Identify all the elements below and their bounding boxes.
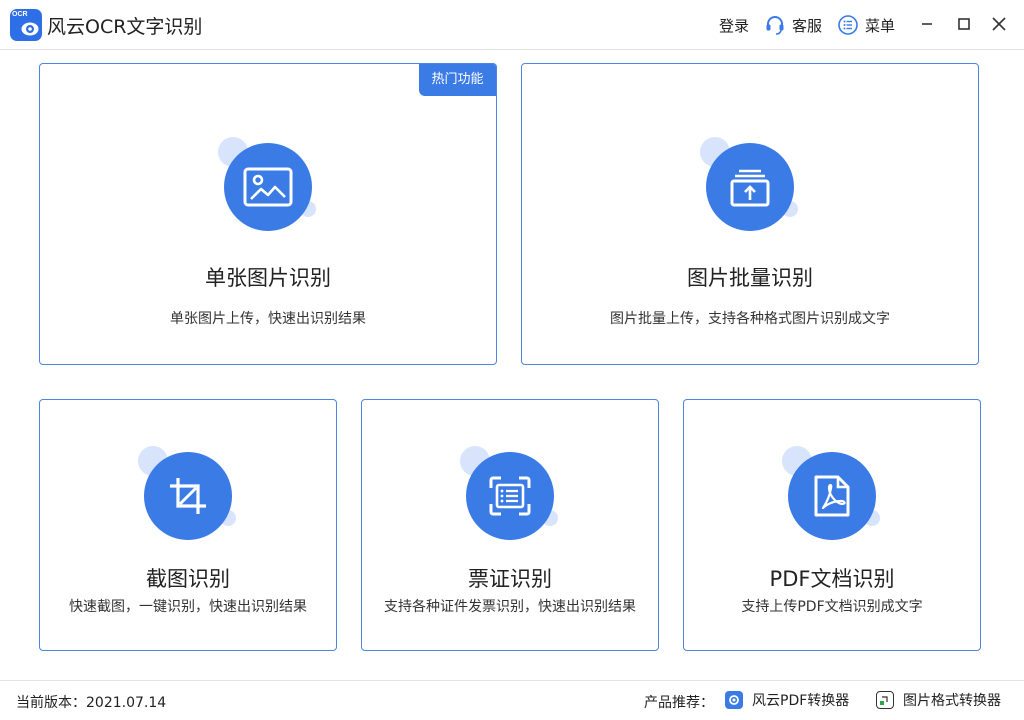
menu-button[interactable]: 菜单 bbox=[837, 14, 895, 36]
card-description: 支持各种证件发票识别，快速出识别结果 bbox=[384, 599, 636, 615]
card-title: 单张图片识别 bbox=[205, 266, 331, 290]
card-description: 图片批量上传，支持各种格式图片识别成文字 bbox=[610, 311, 890, 327]
card-title: PDF文档识别 bbox=[769, 567, 895, 591]
status-footer: 当前版本：2021.07.14 产品推荐： 风云PDF转换器 图片格式转换器 bbox=[0, 680, 1024, 720]
login-button[interactable]: 登录 bbox=[719, 14, 749, 36]
menu-label: 菜单 bbox=[865, 16, 896, 35]
image-converter-icon bbox=[876, 691, 894, 709]
screenshot-ocr-card[interactable]: 截图识别 快速截图，一键识别，快速出识别结果 bbox=[39, 399, 337, 651]
certificate-ocr-card[interactable]: 票证识别 支持各种证件发票识别，快速出识别结果 bbox=[361, 399, 659, 651]
card-description: 支持上传PDF文档识别成文字 bbox=[741, 599, 923, 615]
maximize-icon bbox=[958, 18, 970, 30]
card-icon-wrap bbox=[138, 446, 248, 546]
card-icon-wrap bbox=[700, 137, 810, 237]
minimize-button[interactable] bbox=[918, 14, 938, 34]
hot-feature-badge: 热门功能 bbox=[419, 64, 496, 96]
card-title: 票证识别 bbox=[468, 567, 552, 591]
login-label: 登录 bbox=[719, 16, 750, 35]
image-converter-link[interactable]: 图片格式转换器 bbox=[876, 690, 1001, 710]
card-icon-wrap bbox=[460, 446, 570, 546]
customer-service-label: 客服 bbox=[792, 16, 823, 35]
image-icon bbox=[243, 167, 293, 207]
title-bar: OCR 风云OCR文字识别 登录 客服 菜单 bbox=[0, 0, 1024, 50]
scan-document-icon bbox=[489, 476, 531, 516]
eye-icon bbox=[21, 22, 39, 36]
card-description: 快速截图，一键识别，快速出识别结果 bbox=[69, 599, 307, 615]
image-converter-label: 图片格式转换器 bbox=[903, 693, 1001, 709]
app-logo: OCR bbox=[10, 9, 42, 41]
headset-icon bbox=[766, 16, 784, 35]
single-image-ocr-card[interactable]: 热门功能 单张图片识别 单张图片上传，快速出识别结果 bbox=[39, 63, 497, 365]
maximize-button[interactable] bbox=[955, 14, 975, 34]
close-button[interactable] bbox=[989, 14, 1009, 34]
card-icon-wrap bbox=[782, 446, 892, 546]
menu-list-icon bbox=[838, 15, 858, 35]
app-title: 风云OCR文字识别 bbox=[47, 16, 203, 38]
card-icon-wrap bbox=[218, 137, 328, 237]
crop-icon bbox=[170, 478, 206, 514]
pdf-converter-icon bbox=[725, 691, 743, 709]
card-title: 图片批量识别 bbox=[687, 266, 813, 290]
recommend-label: 产品推荐： bbox=[644, 695, 714, 711]
close-icon bbox=[992, 17, 1006, 31]
batch-upload-icon bbox=[730, 169, 770, 207]
customer-service-button[interactable]: 客服 bbox=[764, 14, 822, 36]
pdf-icon bbox=[814, 475, 850, 517]
card-title: 截图识别 bbox=[146, 567, 230, 591]
card-description: 单张图片上传，快速出识别结果 bbox=[170, 311, 366, 327]
batch-image-ocr-card[interactable]: 图片批量识别 图片批量上传，支持各种格式图片识别成文字 bbox=[521, 63, 979, 365]
minimize-icon bbox=[922, 23, 932, 25]
pdf-converter-link[interactable]: 风云PDF转换器 bbox=[725, 690, 849, 710]
version-label: 当前版本：2021.07.14 bbox=[16, 695, 167, 711]
pdf-converter-label: 风云PDF转换器 bbox=[752, 693, 850, 709]
pdf-ocr-card[interactable]: PDF文档识别 支持上传PDF文档识别成文字 bbox=[683, 399, 981, 651]
logo-text: OCR bbox=[12, 11, 28, 18]
